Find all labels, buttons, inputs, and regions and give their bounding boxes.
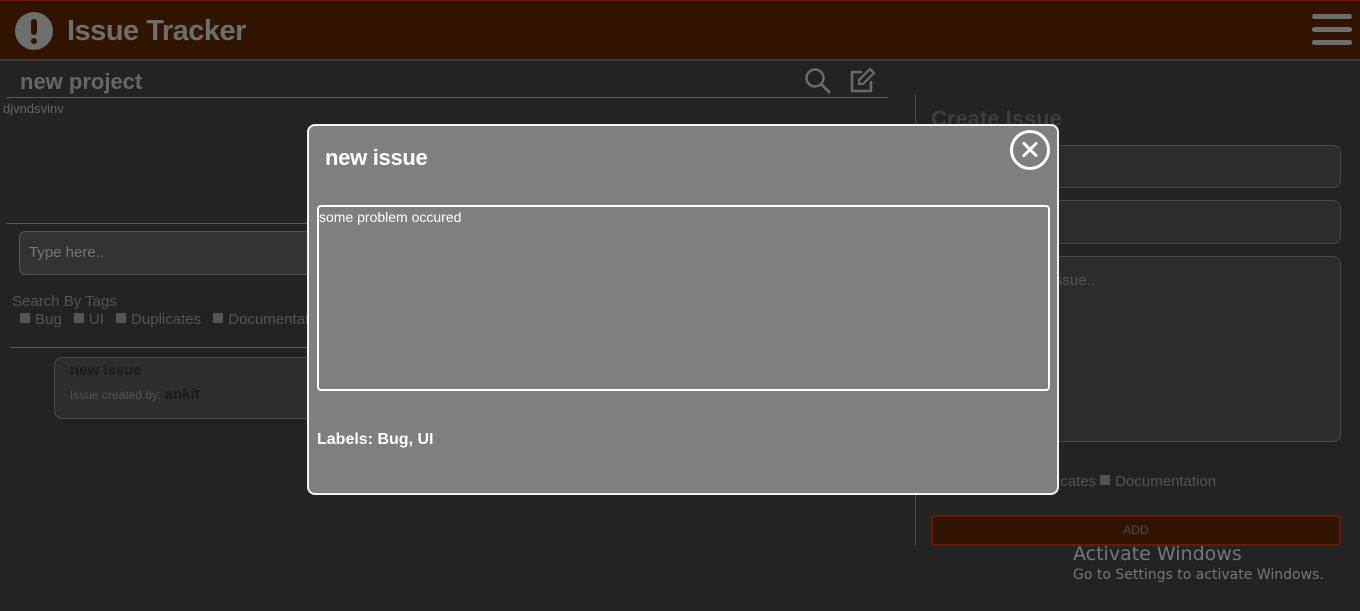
issue-author-line: Issue created by: ankit: [70, 386, 200, 403]
hamburger-menu-icon[interactable]: [1312, 14, 1352, 46]
activate-windows-subtitle: Go to Settings to activate Windows.: [1073, 567, 1324, 583]
activate-windows-title: Activate Windows: [1073, 543, 1242, 565]
alert-logo-icon: [15, 12, 53, 50]
app-header: Issue Tracker: [0, 0, 1360, 61]
modal-title: new issue: [325, 145, 428, 170]
list-divider: [10, 347, 340, 348]
tag-filter-bug[interactable]: Bug: [20, 311, 62, 328]
search-tag-filters: Bug UI Duplicates Documentation: [20, 311, 337, 328]
checkbox-icon[interactable]: [213, 313, 224, 323]
app-title: Issue Tracker: [67, 15, 246, 47]
checkbox-icon[interactable]: [73, 313, 84, 323]
issue-detail-modal: new issue some problem occured Labels: B…: [307, 124, 1059, 495]
title-divider: [6, 97, 888, 98]
project-description: djvndsvinv: [3, 101, 64, 116]
edit-icon[interactable]: [848, 67, 876, 95]
tag-filter-ui[interactable]: UI: [73, 311, 104, 328]
checkbox-icon[interactable]: [116, 313, 127, 323]
close-icon[interactable]: [1010, 130, 1050, 170]
add-issue-button[interactable]: ADD: [931, 515, 1341, 546]
modal-description-box: some problem occured: [317, 205, 1050, 391]
search-icon[interactable]: [804, 67, 832, 95]
search-input[interactable]: Type here..: [19, 231, 349, 275]
issue-author: ankit: [164, 386, 200, 403]
description-divider: [6, 223, 336, 224]
tag-filter-duplicates[interactable]: Duplicates: [116, 311, 201, 328]
search-tags-title: Search By Tags: [12, 293, 117, 310]
modal-labels: Labels: Bug, UI: [317, 431, 434, 448]
checkbox-icon[interactable]: [1100, 475, 1111, 485]
checkbox-icon[interactable]: [20, 313, 30, 323]
project-title: new project: [20, 69, 143, 94]
tag-option-documentation: Documentation: [1115, 473, 1217, 490]
issue-name: new issue: [70, 362, 142, 379]
